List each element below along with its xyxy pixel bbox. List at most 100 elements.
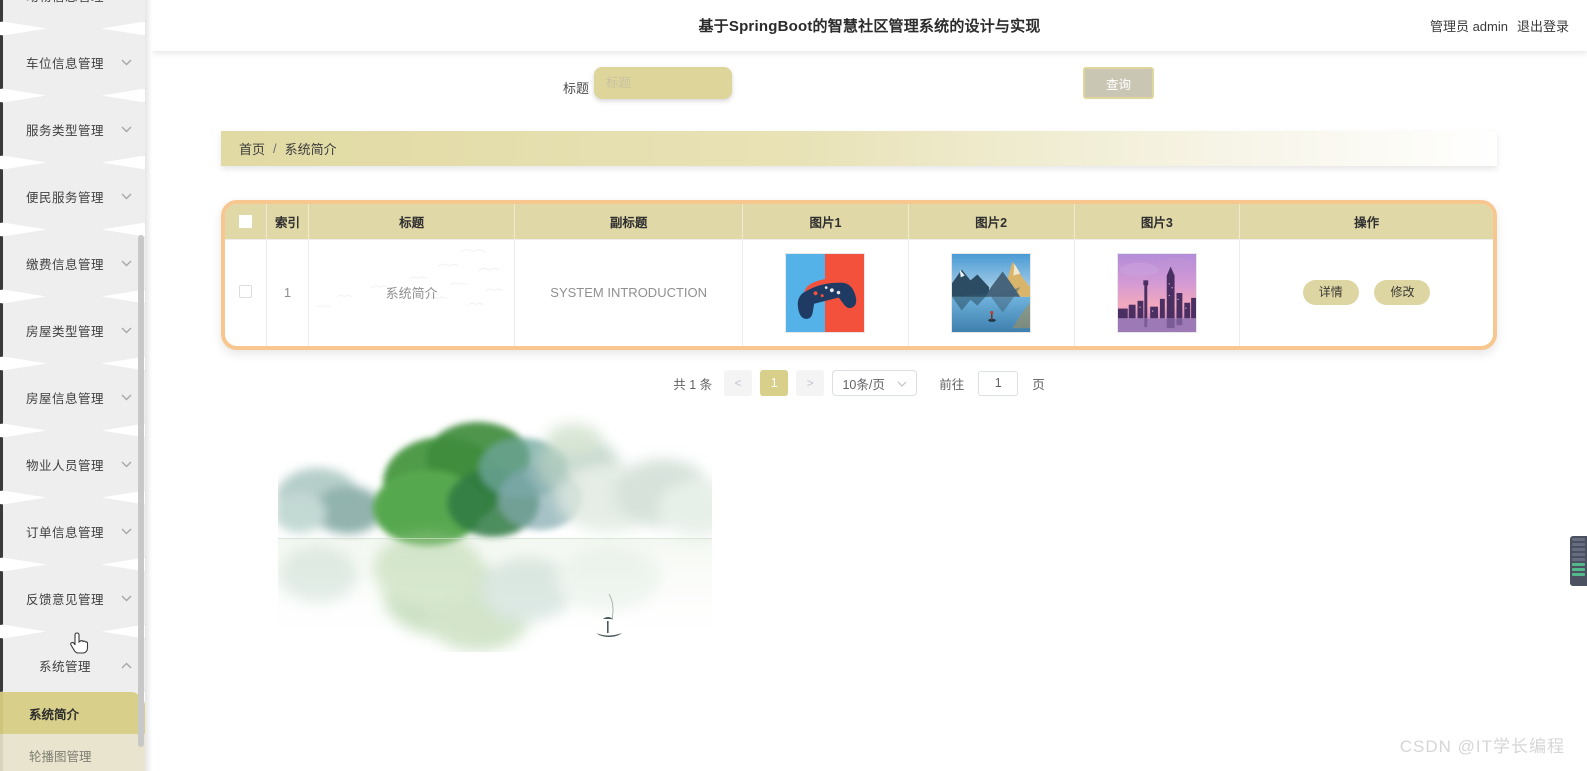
sidebar-subitem-xitongjianjie[interactable]: 系统简介 [0, 692, 145, 734]
right-edge-widget[interactable] [1570, 536, 1587, 586]
sidebar-scroll-content: 动物信息管理 车位信息管理 服务类型管理 [0, 0, 145, 771]
purple-cityscape-thumbnail[interactable] [1116, 252, 1197, 333]
breadcrumb-current: 系统简介 [284, 142, 337, 157]
pagination-page-1[interactable]: 1 [760, 370, 789, 396]
chevron-down-icon [115, 528, 137, 535]
pagination-goto-label: 前往 [939, 377, 965, 392]
search-toolbar: 标题 查询 [152, 51, 1587, 127]
chevron-down-icon [115, 327, 137, 334]
header-user-area: 管理员 admin 退出登录 [1430, 16, 1569, 35]
sidebar-subitem-label: 轮播图管理 [29, 749, 92, 764]
chevron-down-icon [115, 193, 137, 200]
sidebar-item-label: 车位信息管理 [25, 56, 104, 71]
sidebar-item-fangwuleixing[interactable]: 房屋类型管理 [0, 303, 145, 357]
row-checkbox[interactable] [239, 284, 253, 298]
table-header-title: 标题 [308, 204, 516, 239]
breadcrumb: 首页 / 系统简介 [221, 131, 1497, 166]
page-size-label: 10条/页 [842, 377, 885, 392]
page-title: 基于SpringBoot的智慧社区管理系统的设计与实现 [698, 18, 1041, 35]
row-subtitle-cell: SYSTEM INTRODUCTION [514, 238, 744, 346]
top-header: 基于SpringBoot的智慧社区管理系统的设计与实现 管理员 admin 退出… [152, 0, 1587, 51]
table-header-image1: 图片1 [742, 204, 909, 239]
sidebar-item-label: 动物信息管理 [3, 0, 115, 5]
pagination-goto-input[interactable] [978, 370, 1019, 396]
sidebar-item-dongwu[interactable]: 动物信息管理 [0, 0, 145, 22]
row-title-text: 系统简介 [385, 286, 438, 302]
sidebar-item-fuwuleixing[interactable]: 服务类型管理 [0, 102, 145, 156]
table-body: 1 系统简介 SYSTEM INTRODUCTION 详情 修改 [225, 238, 1493, 346]
table-row: 1 系统简介 SYSTEM INTRODUCTION 详情 修改 [225, 238, 1493, 346]
sidebar-item-jiaofeixinxi[interactable]: 缴费信息管理 [0, 236, 145, 290]
widget-line-highlight [1572, 568, 1585, 571]
chevron-down-icon [115, 260, 137, 267]
sidebar-item-label: 房屋类型管理 [25, 324, 104, 339]
sidebar-item-dingdanxinxi[interactable]: 订单信息管理 [0, 504, 145, 558]
row-image2-cell [908, 238, 1075, 346]
widget-line [1572, 538, 1585, 541]
select-all-checkbox[interactable] [239, 215, 253, 229]
widget-line [1572, 548, 1585, 551]
sidebar-item-label: 服务类型管理 [25, 123, 104, 138]
table-header: 索引 标题 副标题 图片1 图片2 图片3 操作 [225, 204, 1493, 239]
data-table-container: 索引 标题 副标题 图片1 图片2 图片3 操作 1 系统简介 SYSTEM I… [221, 200, 1497, 350]
pagination-prev-button[interactable]: < [724, 370, 753, 396]
sidebar-item-label: 系统管理 [38, 659, 91, 674]
table-header-subtitle: 副标题 [514, 204, 744, 239]
sidebar-item-xitongguanli[interactable]: 系统管理 [0, 638, 145, 692]
query-button[interactable]: 查询 [1083, 67, 1154, 99]
sidebar-item-cheweixinxi[interactable]: 车位信息管理 [0, 35, 145, 89]
chevron-down-icon [115, 595, 137, 602]
page-size-select[interactable]: 10条/页 [832, 370, 918, 396]
app-root: 动物信息管理 车位信息管理 服务类型管理 [0, 0, 1587, 771]
row-index-cell: 1 [266, 238, 309, 346]
sidebar-item-bianminfuwu[interactable]: 便民服务管理 [0, 169, 145, 223]
table-header-image2: 图片2 [908, 204, 1075, 239]
current-user-label: 管理员 admin [1429, 19, 1508, 34]
sidebar-item-label: 房屋信息管理 [25, 391, 104, 406]
row-image3-cell [1074, 238, 1241, 346]
sidebar-item-fankuiyijian[interactable]: 反馈意见管理 [0, 571, 145, 625]
breadcrumb-home[interactable]: 首页 [239, 139, 265, 158]
sidebar-scrollbar[interactable] [138, 235, 144, 747]
widget-line [1572, 558, 1585, 561]
watercolor-landscape-icon [278, 398, 712, 652]
widget-line [1572, 553, 1585, 556]
sidebar-subitem-lunbotu[interactable]: 轮播图管理 [0, 734, 145, 771]
chevron-down-icon [115, 126, 137, 133]
sidebar-item-label: 缴费信息管理 [25, 257, 104, 272]
table-header-index: 索引 [266, 204, 309, 239]
game-controller-thumbnail[interactable] [785, 252, 866, 333]
mountain-lake-thumbnail[interactable] [951, 252, 1032, 333]
edit-button[interactable]: 修改 [1374, 280, 1431, 306]
breadcrumb-separator: / [273, 141, 277, 156]
chevron-down-icon [115, 461, 137, 468]
sidebar-item-label: 订单信息管理 [25, 525, 104, 540]
pagination-next-button[interactable]: > [796, 370, 825, 396]
table-header-image3: 图片3 [1074, 204, 1241, 239]
sidebar-item-label: 反馈意见管理 [25, 592, 104, 607]
hero-image [278, 398, 712, 652]
sidebar-item-fangwuxinxi[interactable]: 房屋信息管理 [0, 370, 145, 424]
sidebar-item-label: 便民服务管理 [25, 190, 104, 205]
search-label: 标题 [563, 81, 590, 96]
data-table: 索引 标题 副标题 图片1 图片2 图片3 操作 1 系统简介 SYSTEM I… [225, 204, 1493, 346]
logout-button[interactable]: 退出登录 [1517, 16, 1569, 35]
pagination-total: 共 1 条 [673, 377, 713, 392]
table-header-row: 索引 标题 副标题 图片1 图片2 图片3 操作 [225, 204, 1493, 239]
row-actions-cell: 详情 修改 [1239, 238, 1493, 346]
chevron-down-icon [115, 59, 137, 66]
sidebar: 动物信息管理 车位信息管理 服务类型管理 [0, 0, 152, 771]
table-header-select [225, 204, 268, 239]
row-image1-cell [742, 238, 909, 346]
table-header-actions: 操作 [1239, 204, 1493, 239]
pagination-goto-suffix: 页 [1032, 377, 1045, 392]
row-title-cell: 系统简介 [308, 238, 516, 346]
widget-line-highlight [1572, 573, 1585, 576]
chevron-down-icon [115, 394, 137, 401]
detail-button[interactable]: 详情 [1302, 280, 1359, 306]
sidebar-item-wuyerenyuan[interactable]: 物业人员管理 [0, 437, 145, 491]
search-input[interactable] [594, 67, 732, 99]
sidebar-item-label: 物业人员管理 [25, 458, 104, 473]
chevron-down-icon [897, 376, 907, 390]
pagination: 共 1 条 < 1 > 10条/页 前往 页 [221, 370, 1497, 396]
